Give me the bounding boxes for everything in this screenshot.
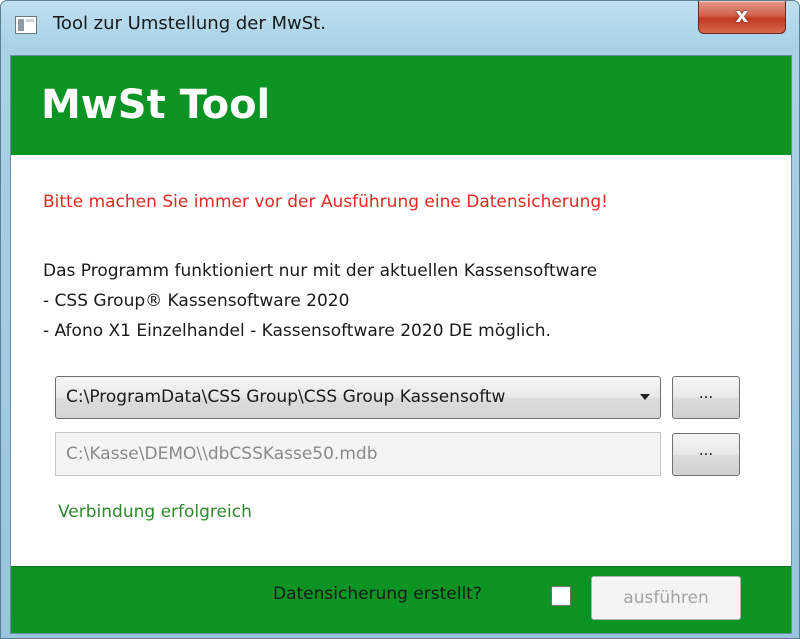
backup-confirm-checkbox[interactable] bbox=[551, 586, 571, 606]
browse-program-path-button[interactable]: ... bbox=[672, 376, 740, 419]
backup-warning-text: Bitte machen Sie immer vor der Ausführun… bbox=[43, 192, 608, 212]
info-line: - CSS Group® Kassensoftware 2020 bbox=[43, 291, 350, 311]
chevron-down-icon[interactable] bbox=[640, 394, 650, 400]
database-path-field[interactable] bbox=[55, 432, 661, 476]
application-window: Tool zur Umstellung der MwSt. x MwSt Too… bbox=[0, 0, 800, 639]
browse-database-path-button[interactable]: ... bbox=[672, 433, 740, 476]
app-title: MwSt Tool bbox=[41, 82, 271, 128]
database-path-input[interactable] bbox=[56, 433, 660, 475]
run-button[interactable]: ausführen bbox=[591, 576, 741, 620]
program-path-select[interactable]: C:\ProgramData\CSS Group\CSS Group Kasse… bbox=[55, 376, 661, 419]
window-title: Tool zur Umstellung der MwSt. bbox=[53, 13, 326, 34]
program-path-value: C:\ProgramData\CSS Group\CSS Group Kasse… bbox=[66, 387, 506, 407]
title-bar[interactable]: Tool zur Umstellung der MwSt. x bbox=[1, 1, 799, 53]
footer-bar: Datensicherung erstellt? ausführen bbox=[11, 566, 791, 633]
client-area: MwSt Tool Bitte machen Sie immer vor der… bbox=[10, 55, 792, 634]
header-banner: MwSt Tool bbox=[11, 56, 791, 155]
app-window-icon bbox=[15, 16, 37, 34]
close-icon: x bbox=[735, 3, 749, 27]
info-line: - Afono X1 Einzelhandel - Kassensoftware… bbox=[43, 321, 551, 341]
connection-status: Verbindung erfolgreich bbox=[58, 502, 252, 522]
info-line: Das Programm funktioniert nur mit der ak… bbox=[43, 261, 598, 281]
backup-confirm-label: Datensicherung erstellt? bbox=[273, 584, 482, 604]
close-button[interactable]: x bbox=[698, 1, 786, 34]
info-text: Das Programm funktioniert nur mit der ak… bbox=[43, 256, 597, 346]
